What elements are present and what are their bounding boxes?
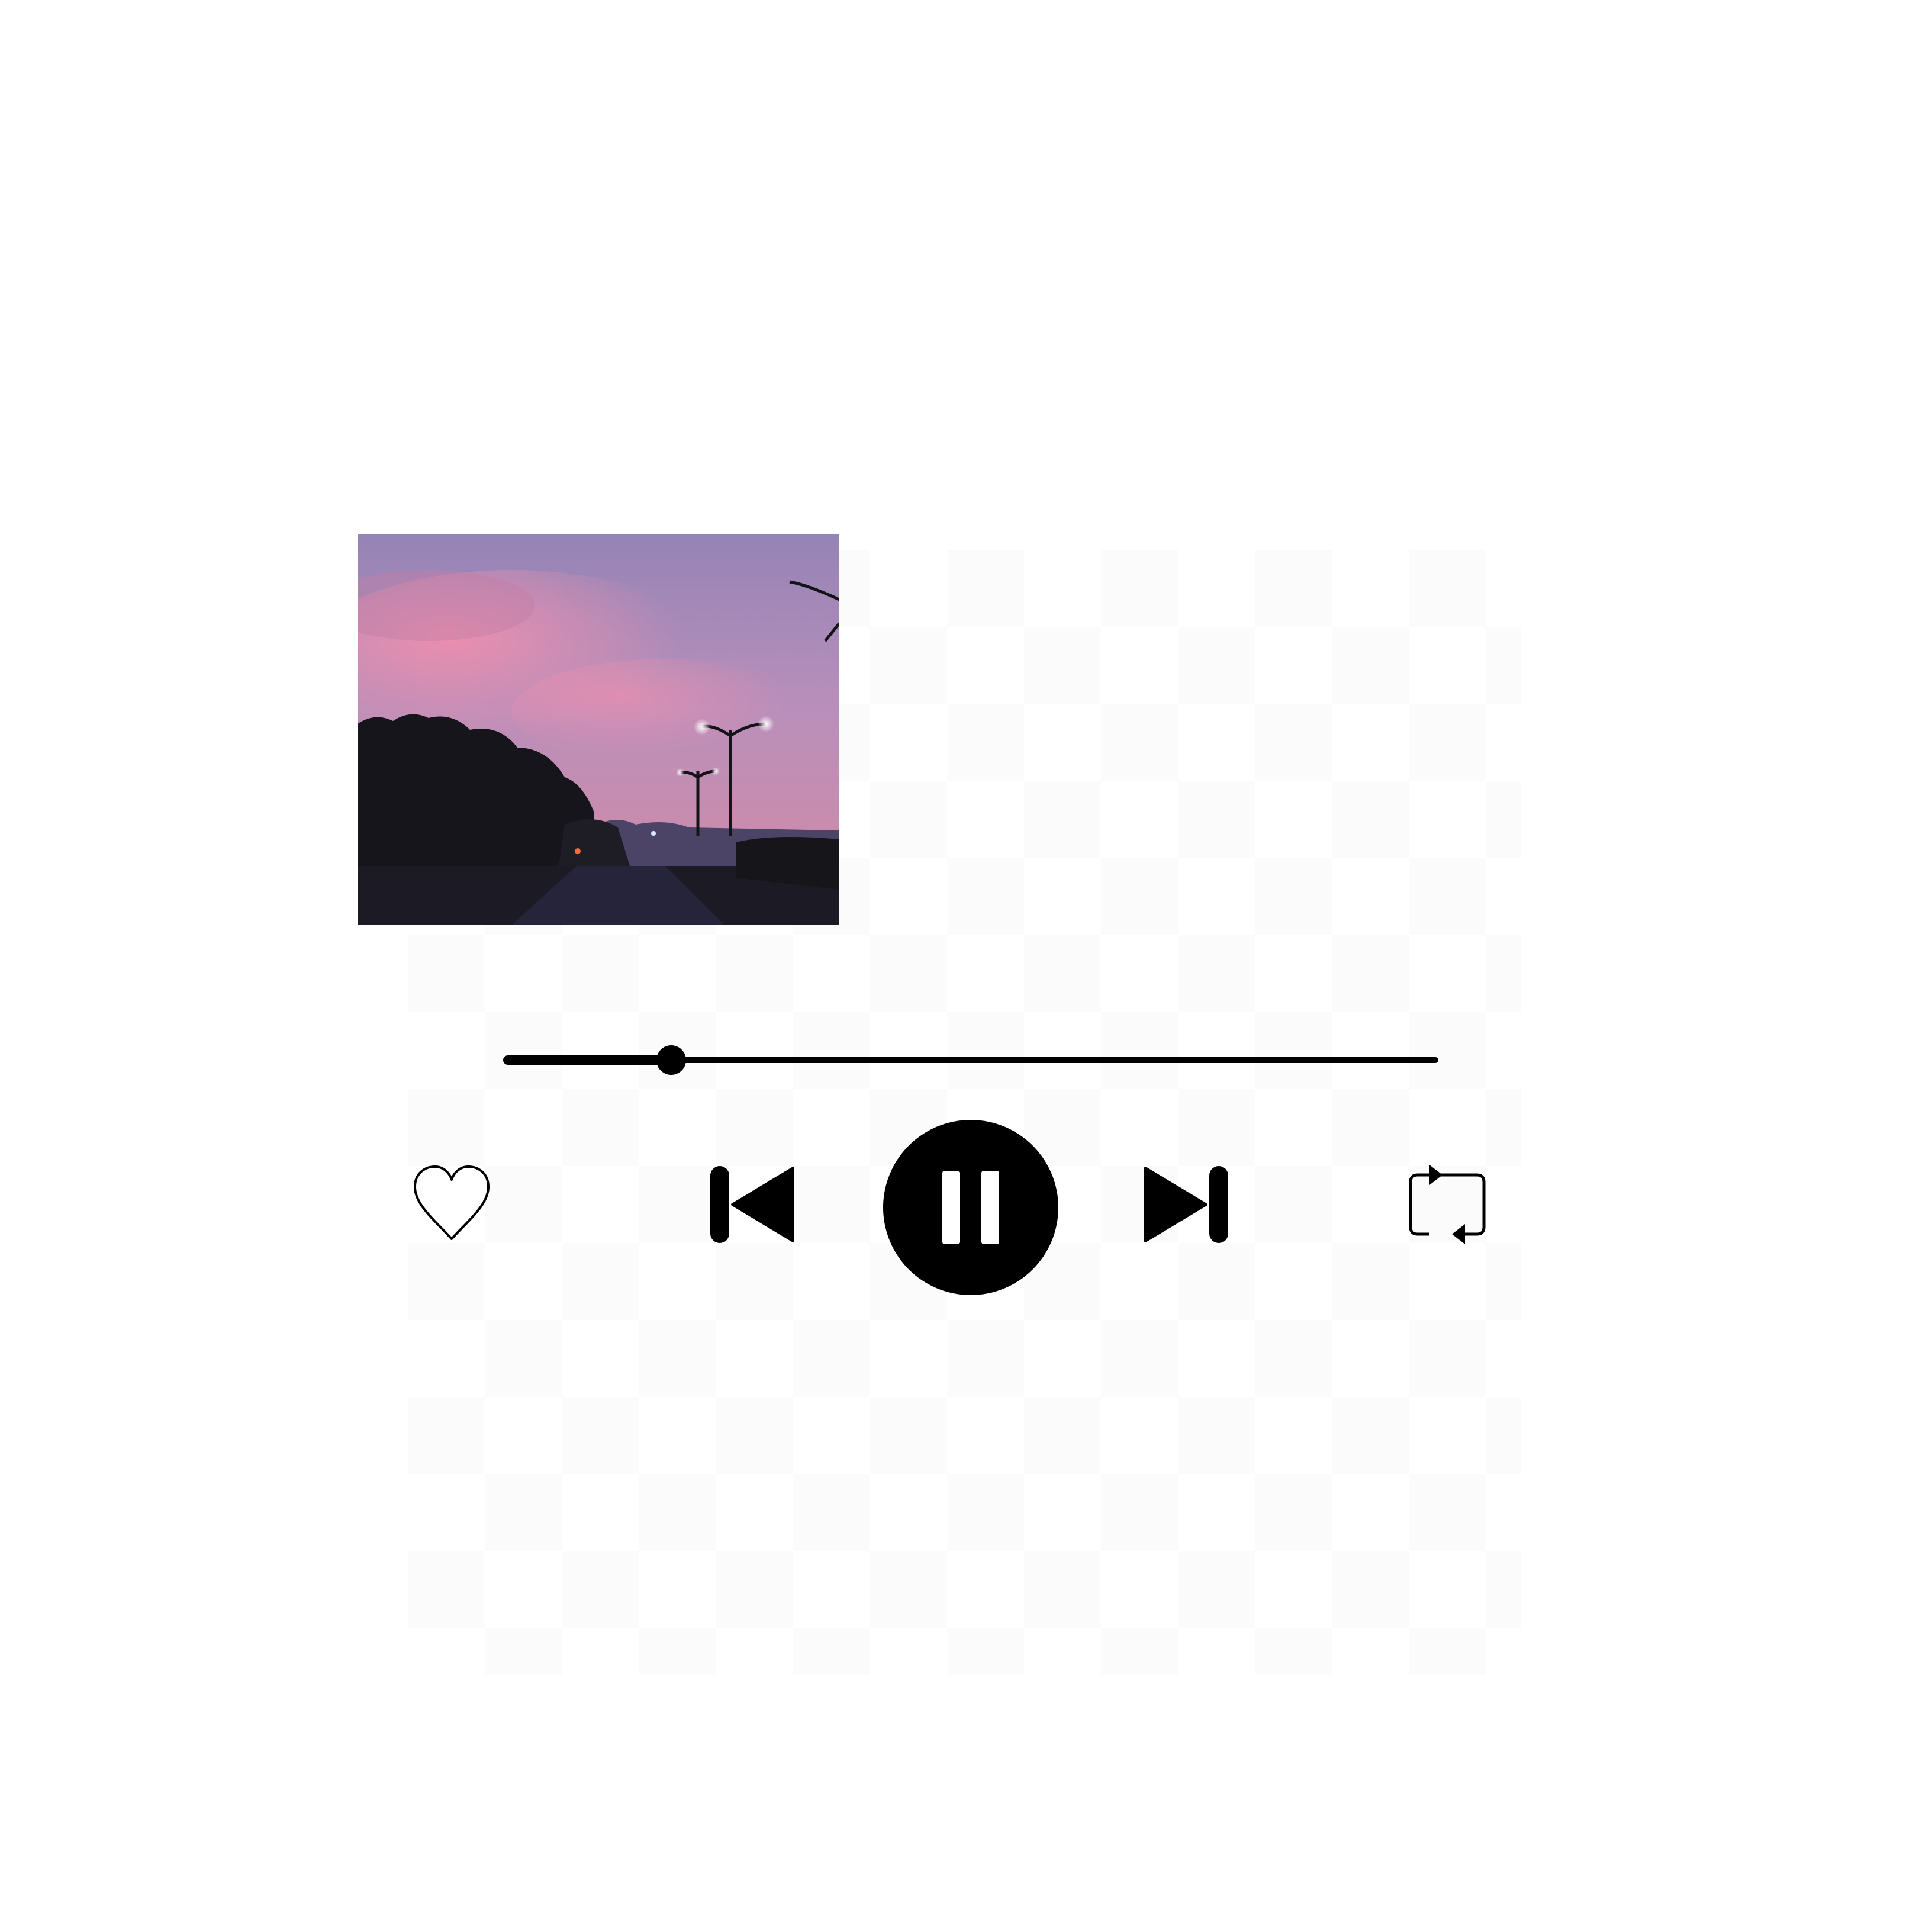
repeat-icon <box>1409 1165 1486 1244</box>
progress-filled <box>503 1055 672 1065</box>
progress-bar[interactable] <box>503 1045 1438 1075</box>
previous-button[interactable] <box>704 1157 799 1252</box>
skip-next-icon <box>1144 1166 1228 1243</box>
heart-outline-icon <box>414 1165 490 1240</box>
play-pause-button[interactable] <box>882 1119 1060 1296</box>
album-cover-image <box>358 534 839 925</box>
pause-icon <box>883 1120 1058 1295</box>
repeat-button[interactable] <box>1403 1157 1492 1252</box>
album-art <box>358 534 839 925</box>
progress-knob[interactable] <box>656 1045 687 1075</box>
next-button[interactable] <box>1139 1157 1234 1252</box>
like-button[interactable] <box>407 1160 496 1249</box>
skip-previous-icon <box>710 1166 794 1243</box>
